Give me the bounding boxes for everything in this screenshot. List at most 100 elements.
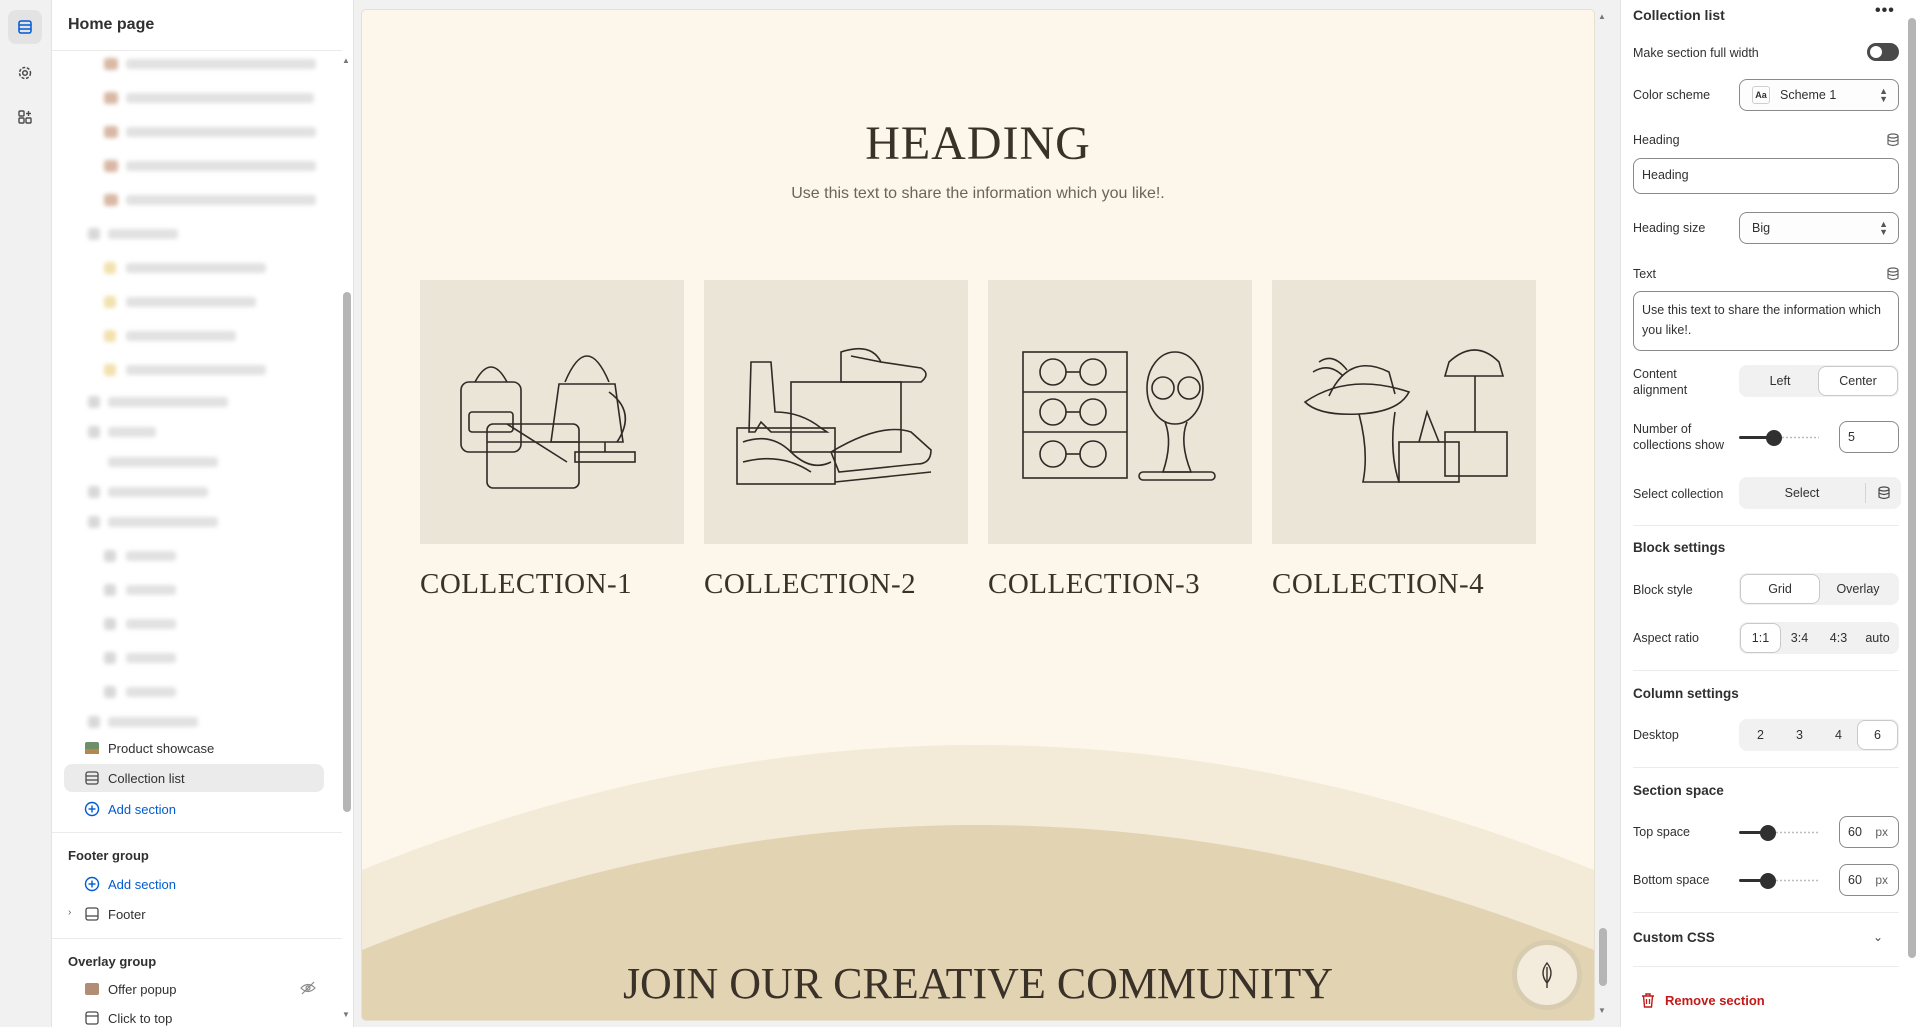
- aspect-ratio-3-4-option[interactable]: 3:4: [1780, 624, 1819, 652]
- shoes-illustration: [704, 280, 968, 544]
- heading-size-select[interactable]: Big ▲ ▼: [1739, 212, 1899, 244]
- overlay-group-title: Overlay group: [68, 954, 157, 969]
- scrollbar-thumb[interactable]: [1908, 18, 1916, 958]
- preview-heading: HEADING: [865, 117, 1091, 170]
- num-collections-input[interactable]: 5: [1839, 421, 1899, 453]
- section-label: Footer: [108, 906, 146, 922]
- alignment-center-option[interactable]: Center: [1819, 367, 1897, 395]
- dynamic-source-icon[interactable]: [1866, 477, 1901, 509]
- columns-2-option[interactable]: 2: [1741, 721, 1780, 749]
- scroll-up-arrow-icon[interactable]: ▲: [1598, 12, 1606, 21]
- heading-input[interactable]: Heading: [1633, 158, 1899, 194]
- heading-size-value: Big: [1752, 221, 1771, 235]
- collection-card[interactable]: COLLECTION-2: [704, 280, 968, 601]
- text-textarea[interactable]: Use this text to share the information w…: [1633, 291, 1899, 351]
- scrollbar-thumb[interactable]: [343, 292, 351, 812]
- glasses-illustration: [988, 280, 1252, 544]
- apps-icon: [18, 110, 32, 124]
- settings-title: Collection list: [1633, 7, 1725, 23]
- collection-list-icon: [84, 770, 100, 786]
- section-icon: [84, 1010, 100, 1026]
- preview-scrollbar[interactable]: ▲ ▼: [1596, 10, 1610, 1020]
- collection-card[interactable]: COLLECTION-4: [1272, 280, 1536, 601]
- dynamic-source-icon[interactable]: [1886, 267, 1900, 284]
- top-space-slider[interactable]: [1739, 824, 1819, 841]
- scroll-down-arrow-icon[interactable]: ▼: [342, 1010, 350, 1019]
- image-thumbnail-icon: [84, 981, 100, 997]
- section-item-collection-list[interactable]: Collection list: [64, 764, 324, 792]
- preview-text: Use this text to share the information w…: [791, 185, 1165, 202]
- left-scrollbar[interactable]: ▲ ▼: [341, 52, 351, 1027]
- text-label: Text: [1633, 267, 1656, 281]
- num-collections-slider[interactable]: [1739, 429, 1819, 446]
- join-community-heading: JOIN OUR CREATIVE COMMUNITY: [622, 959, 1334, 1008]
- eye-hidden-icon[interactable]: [300, 981, 316, 998]
- divider: [1633, 525, 1899, 526]
- top-space-label: Top space: [1633, 825, 1690, 839]
- page-title: Home page: [68, 16, 155, 33]
- select-collection-button[interactable]: Select: [1739, 477, 1865, 509]
- aspect-ratio-4-3-option[interactable]: 4:3: [1819, 624, 1858, 652]
- columns-3-option[interactable]: 3: [1780, 721, 1819, 749]
- section-space-title: Section space: [1633, 783, 1724, 798]
- floating-logo-button[interactable]: [1512, 940, 1582, 1010]
- collection-title: COLLECTION-4: [1272, 568, 1485, 600]
- footer-add-section-button[interactable]: Add section: [84, 876, 176, 892]
- divider: [52, 50, 342, 51]
- color-scheme-swatch-icon: Aa: [1752, 86, 1770, 104]
- theme-editor: Home page Product showcase Collection li…: [0, 0, 1920, 1027]
- block-style-overlay-option[interactable]: Overlay: [1819, 575, 1897, 603]
- section-label: Click to top: [108, 1010, 173, 1026]
- collection-card[interactable]: COLLECTION-3: [988, 280, 1252, 601]
- bottom-space-slider[interactable]: [1739, 872, 1819, 889]
- section-item-footer[interactable]: › Footer: [64, 900, 324, 928]
- scroll-up-arrow-icon[interactable]: ▲: [342, 56, 350, 65]
- add-section-button[interactable]: Add section: [84, 801, 176, 817]
- content-alignment-segmented: Left Center: [1739, 365, 1899, 397]
- apps-nav-button[interactable]: [8, 100, 42, 134]
- section-label: Product showcase: [108, 740, 215, 756]
- sections-panel: Home page Product showcase Collection li…: [52, 0, 354, 1027]
- section-item-product-showcase[interactable]: Product showcase: [64, 734, 324, 762]
- column-settings-title: Column settings: [1633, 686, 1739, 701]
- bottom-space-input[interactable]: 60 px: [1839, 864, 1899, 896]
- custom-css-toggle[interactable]: Custom CSS: [1633, 930, 1715, 945]
- scroll-down-arrow-icon[interactable]: ▼: [1598, 1006, 1606, 1015]
- section-item-offer-popup[interactable]: Offer popup: [64, 975, 324, 1003]
- bottom-space-label: Bottom space: [1633, 873, 1710, 887]
- aspect-ratio-auto-option[interactable]: auto: [1858, 624, 1897, 652]
- full-width-toggle[interactable]: [1867, 43, 1899, 61]
- alignment-left-option[interactable]: Left: [1741, 367, 1819, 395]
- settings-scrollbar[interactable]: [1906, 8, 1918, 968]
- settings-panel: Collection list ••• Make section full wi…: [1620, 0, 1920, 1027]
- top-space-input[interactable]: 60 px: [1839, 816, 1899, 848]
- columns-4-option[interactable]: 4: [1819, 721, 1858, 749]
- sections-nav-button[interactable]: [8, 10, 42, 44]
- add-section-label: Add section: [108, 876, 176, 892]
- dynamic-source-icon[interactable]: [1886, 133, 1900, 150]
- heading-size-label: Heading size: [1633, 221, 1706, 235]
- chevron-right-icon[interactable]: ›: [68, 907, 71, 918]
- top-space-value: 60: [1848, 825, 1862, 839]
- unit-label: px: [1875, 873, 1888, 887]
- aspect-ratio-1-1-option[interactable]: 1:1: [1741, 624, 1780, 652]
- image-thumbnail-icon: [84, 740, 100, 756]
- divider: [1633, 767, 1899, 768]
- collection-title: COLLECTION-1: [420, 568, 633, 600]
- columns-6-option[interactable]: 6: [1858, 721, 1897, 749]
- block-style-grid-option[interactable]: Grid: [1741, 575, 1819, 603]
- store-preview: HEADING Use this text to share the infor…: [362, 10, 1594, 1020]
- content-alignment-label: Content alignment: [1633, 367, 1688, 397]
- color-scheme-select[interactable]: Aa Scheme 1 ▲ ▼: [1739, 79, 1899, 111]
- full-width-label: Make section full width: [1633, 46, 1759, 60]
- settings-nav-button[interactable]: [8, 56, 42, 90]
- plus-circle-icon: [84, 801, 100, 817]
- section-item-click-to-top[interactable]: Click to top: [64, 1004, 324, 1027]
- collection-card[interactable]: COLLECTION-1: [420, 280, 684, 601]
- chevron-down-icon[interactable]: ⌄: [1873, 930, 1883, 944]
- scrollbar-thumb[interactable]: [1599, 928, 1607, 986]
- bottom-space-value: 60: [1848, 873, 1862, 887]
- remove-section-button[interactable]: Remove section: [1641, 993, 1765, 1008]
- block-settings-title: Block settings: [1633, 540, 1726, 555]
- more-options-icon[interactable]: •••: [1875, 2, 1895, 20]
